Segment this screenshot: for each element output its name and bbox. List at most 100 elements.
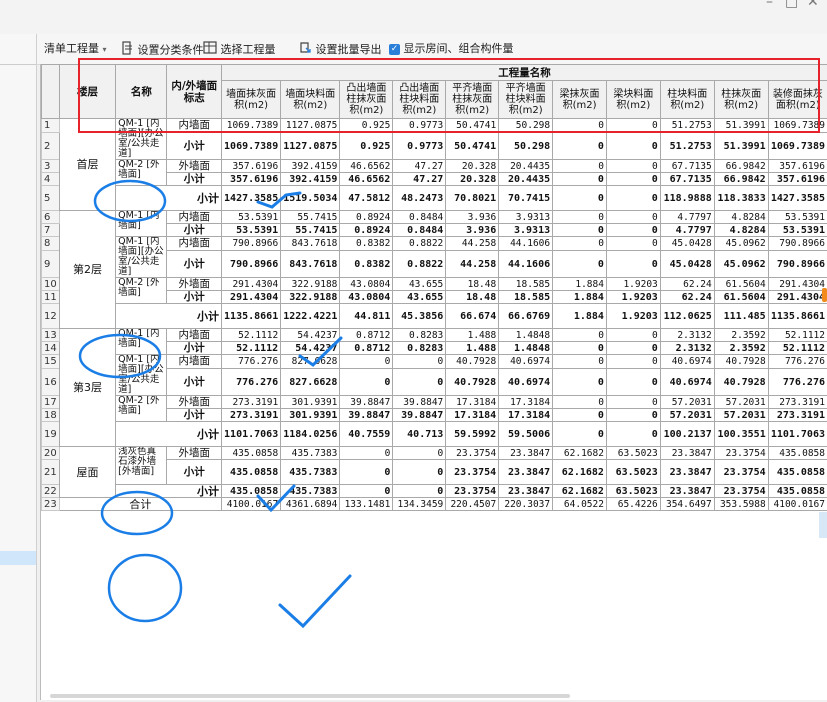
value-cell[interactable]: 1.884 bbox=[552, 290, 607, 304]
wall-name-cell[interactable]: QM-1 [内墙面][办公室/公共走道] bbox=[115, 236, 168, 278]
close-icon[interactable]: ✕ bbox=[807, 0, 819, 10]
wall-flag-cell[interactable]: 小计 bbox=[166, 290, 223, 304]
value-cell[interactable]: 39.8847 bbox=[392, 395, 447, 409]
value-cell[interactable]: 354.6497 bbox=[659, 497, 715, 511]
value-cell[interactable]: 0 bbox=[552, 328, 607, 342]
value-cell[interactable]: 59.5006 bbox=[498, 421, 554, 447]
value-cell[interactable]: 57.2031 bbox=[659, 408, 715, 422]
floor-cell[interactable]: 第2层 bbox=[58, 210, 117, 329]
value-cell[interactable]: 53.5391 bbox=[221, 210, 282, 224]
value-cell[interactable]: 39.8847 bbox=[339, 395, 394, 409]
value-cell[interactable]: 0 bbox=[552, 341, 607, 355]
value-cell[interactable]: 52.1112 bbox=[221, 341, 282, 355]
value-cell[interactable]: 20.4435 bbox=[498, 172, 554, 186]
table-row[interactable]: 13 第3层 QM-1 [内墙面] 内墙面 52.1112 54.4237 0.8712 0.… bbox=[41, 328, 827, 447]
value-cell[interactable]: 273.3191 bbox=[221, 408, 282, 422]
value-cell[interactable]: 23.3754 bbox=[713, 459, 769, 485]
value-cell[interactable]: 0 bbox=[552, 353, 607, 370]
value-cell[interactable]: 0 bbox=[552, 250, 607, 278]
horizontal-scrollbar[interactable] bbox=[50, 694, 570, 698]
value-cell[interactable]: 3.9313 bbox=[498, 210, 554, 224]
value-cell[interactable]: 291.4304 bbox=[767, 277, 827, 291]
value-cell[interactable]: 0.8822 bbox=[392, 250, 447, 278]
floor-subtotal-row[interactable]: 22 小计 435.0858 435.7383 0 0 23.3754 23.3847 62.1… bbox=[41, 484, 827, 498]
value-cell[interactable]: 273.3191 bbox=[221, 395, 282, 409]
value-cell[interactable]: 322.9188 bbox=[280, 277, 341, 291]
value-cell[interactable]: 59.5992 bbox=[445, 421, 500, 447]
value-cell[interactable]: 790.8966 bbox=[221, 250, 282, 278]
value-cell[interactable]: 50.298 bbox=[498, 132, 554, 160]
floor-cell[interactable]: 第3层 bbox=[58, 328, 117, 447]
total-row[interactable]: 23 合计 4100.0167 4361.6894 133.1481 134.3459 22… bbox=[41, 497, 827, 511]
value-cell[interactable]: 40.7928 bbox=[713, 368, 769, 396]
checkbox-checked-icon[interactable]: ✓ bbox=[389, 43, 400, 55]
value-cell[interactable]: 0 bbox=[552, 132, 607, 160]
value-cell[interactable]: 435.0858 bbox=[221, 446, 282, 460]
value-cell[interactable]: 43.0804 bbox=[339, 277, 394, 291]
value-cell[interactable]: 1184.0256 bbox=[280, 421, 341, 447]
value-cell[interactable]: 57.2031 bbox=[713, 408, 769, 422]
value-cell[interactable]: 220.3037 bbox=[498, 497, 554, 511]
value-cell[interactable]: 53.5391 bbox=[767, 210, 827, 224]
table-row[interactable]: 20 屋面 浅灰色真石漆外墙[外墙面] 外墙面 435.0858 435.7383 0 0 23… bbox=[41, 446, 827, 498]
value-cell[interactable]: 23.3847 bbox=[659, 484, 715, 498]
value-cell[interactable]: 40.7928 bbox=[713, 353, 769, 370]
value-cell[interactable]: 52.1112 bbox=[767, 328, 827, 342]
value-cell[interactable]: 51.3991 bbox=[713, 132, 769, 160]
header-column[interactable]: 平齐墙面柱抹灰面积(m2) bbox=[445, 80, 500, 119]
value-cell[interactable]: 220.4507 bbox=[445, 497, 500, 511]
value-cell[interactable]: 0 bbox=[605, 421, 661, 447]
value-cell[interactable]: 67.7135 bbox=[659, 172, 715, 186]
value-cell[interactable]: 0.925 bbox=[339, 117, 394, 134]
quantity-grid-viewport[interactable]: 楼层 名称 内/外墙面标志 工程量名称 墙面抹灰面积(m2) 墙面块料面积(m2) 凸出墙面… bbox=[40, 64, 827, 700]
value-cell[interactable]: 0 bbox=[605, 328, 661, 342]
value-cell[interactable]: 17.3184 bbox=[498, 395, 554, 409]
value-cell[interactable]: 66.9842 bbox=[713, 159, 769, 173]
value-cell[interactable]: 0 bbox=[552, 210, 607, 224]
value-cell[interactable]: 4.8284 bbox=[713, 210, 769, 224]
value-cell[interactable]: 67.7135 bbox=[659, 159, 715, 173]
header-column[interactable]: 凸出墙面柱块料面积(m2) bbox=[392, 80, 447, 119]
value-cell[interactable]: 18.585 bbox=[498, 277, 554, 291]
value-cell[interactable]: 0.8283 bbox=[392, 341, 447, 355]
wall-name-cell[interactable]: 浅灰色真石漆外墙[外墙面] bbox=[115, 446, 168, 485]
value-cell[interactable]: 0 bbox=[552, 172, 607, 186]
value-cell[interactable]: 1069.7389 bbox=[221, 117, 282, 134]
value-cell[interactable]: 0.8712 bbox=[339, 328, 394, 342]
value-cell[interactable]: 0.9773 bbox=[392, 132, 447, 160]
value-cell[interactable]: 45.0962 bbox=[713, 235, 769, 252]
value-cell[interactable]: 1.9203 bbox=[605, 303, 661, 329]
minimize-icon[interactable]: – bbox=[766, 0, 773, 10]
value-cell[interactable]: 23.3847 bbox=[498, 484, 554, 498]
table-row[interactable]: 3 QM-2 [外墙面] 外墙面 357.6196 392.4159 46.6562 47.… bbox=[41, 159, 827, 186]
value-cell[interactable]: 0 bbox=[605, 132, 661, 160]
wall-flag-cell[interactable]: 内墙面 bbox=[166, 235, 223, 252]
value-cell[interactable]: 23.3847 bbox=[498, 459, 554, 485]
table-row[interactable]: 6 第2层 QM-1 [内墙面] 内墙面 53.5391 55.7415 0.8924 0.8… bbox=[41, 210, 827, 329]
table-row[interactable]: 8 QM-1 [内墙面][办公室/公共走道] 内墙面 790.8966 843.7618… bbox=[41, 235, 827, 278]
value-cell[interactable]: 0 bbox=[339, 459, 394, 485]
value-cell[interactable]: 17.3184 bbox=[445, 395, 500, 409]
value-cell[interactable]: 53.5391 bbox=[221, 223, 282, 237]
value-cell[interactable]: 66.9842 bbox=[713, 172, 769, 186]
value-cell[interactable]: 827.6628 bbox=[280, 368, 341, 396]
value-cell[interactable]: 0 bbox=[605, 395, 661, 409]
value-cell[interactable]: 357.6196 bbox=[221, 172, 282, 186]
value-cell[interactable]: 435.7383 bbox=[280, 446, 341, 460]
header-column[interactable]: 墙面块料面积(m2) bbox=[280, 80, 341, 119]
value-cell[interactable]: 64.0522 bbox=[552, 497, 607, 511]
value-cell[interactable]: 273.3191 bbox=[767, 408, 827, 422]
value-cell[interactable]: 52.1112 bbox=[767, 341, 827, 355]
value-cell[interactable]: 0 bbox=[605, 159, 661, 173]
value-cell[interactable]: 1427.3585 bbox=[767, 185, 827, 211]
value-cell[interactable]: 435.0858 bbox=[221, 459, 282, 485]
value-cell[interactable]: 40.6974 bbox=[659, 353, 715, 370]
floor-subtotal-row[interactable]: 19 小计 1101.7063 1184.0256 40.7559 40.713 59.59… bbox=[41, 421, 827, 447]
header-column[interactable]: 凸出墙面柱抹灰面积(m2) bbox=[339, 80, 394, 119]
value-cell[interactable]: 0 bbox=[339, 353, 394, 370]
value-cell[interactable]: 45.0428 bbox=[659, 250, 715, 278]
value-cell[interactable]: 435.0858 bbox=[221, 484, 282, 498]
value-cell[interactable]: 0.9773 bbox=[392, 117, 447, 134]
value-cell[interactable]: 23.3847 bbox=[659, 459, 715, 485]
value-cell[interactable]: 435.7383 bbox=[280, 459, 341, 485]
